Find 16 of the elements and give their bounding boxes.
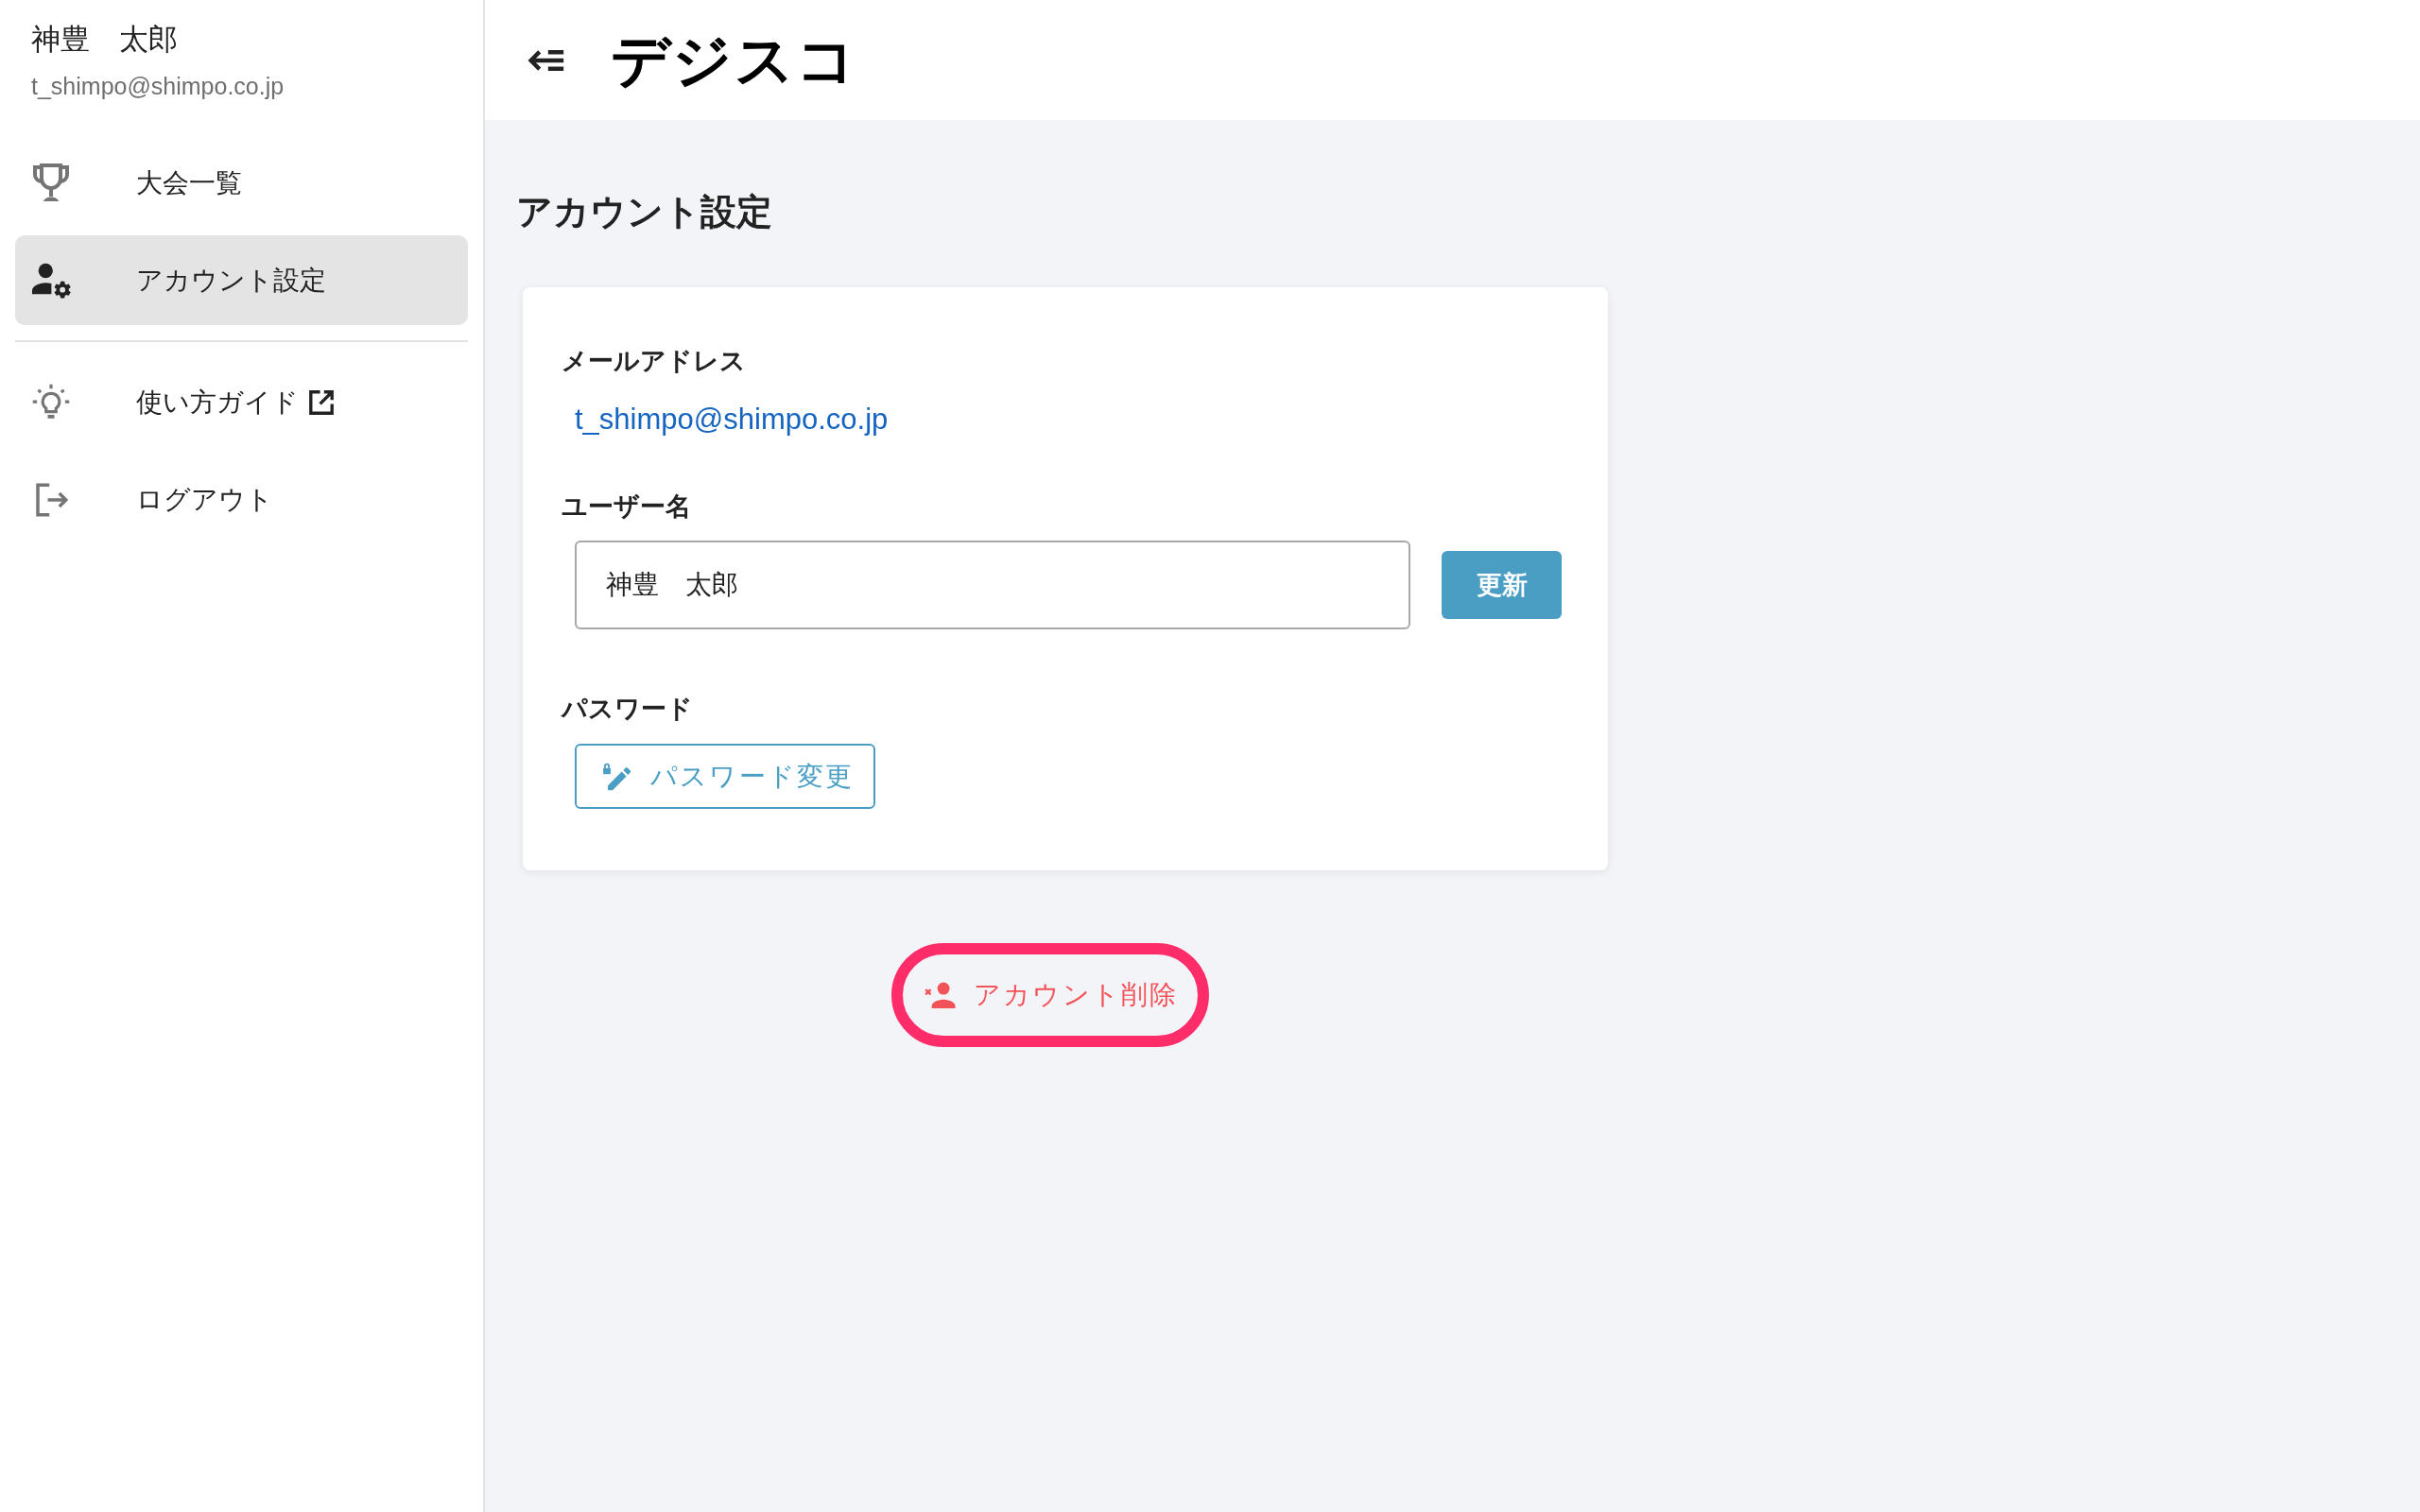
user-email: t_shimpo@shimpo.co.jp	[30, 72, 285, 101]
sidebar-item[interactable]: ログアウト	[15, 455, 468, 544]
page-title: アカウント設定	[516, 191, 772, 233]
sidebar-item[interactable]: 使い方ガイド	[15, 357, 468, 447]
trophy-icon	[31, 163, 71, 203]
external-link-icon	[308, 388, 335, 416]
person-remove-icon	[925, 982, 957, 1008]
logo: デジスコ	[611, 26, 858, 94]
field-label: メールアドレス	[562, 346, 746, 377]
user-name: 神豊 太郎	[30, 22, 178, 58]
sidebar-item[interactable]: アカウント設定	[15, 235, 468, 325]
field-label: ユーザー名	[562, 491, 691, 523]
email-link[interactable]: t_shimpo@shimpo.co.jp	[575, 399, 889, 440]
field-label: パスワード	[562, 694, 693, 725]
username-input[interactable]: 神豊 太郎	[575, 541, 1410, 629]
sidebar-item[interactable]: 大会一覧	[15, 138, 468, 228]
